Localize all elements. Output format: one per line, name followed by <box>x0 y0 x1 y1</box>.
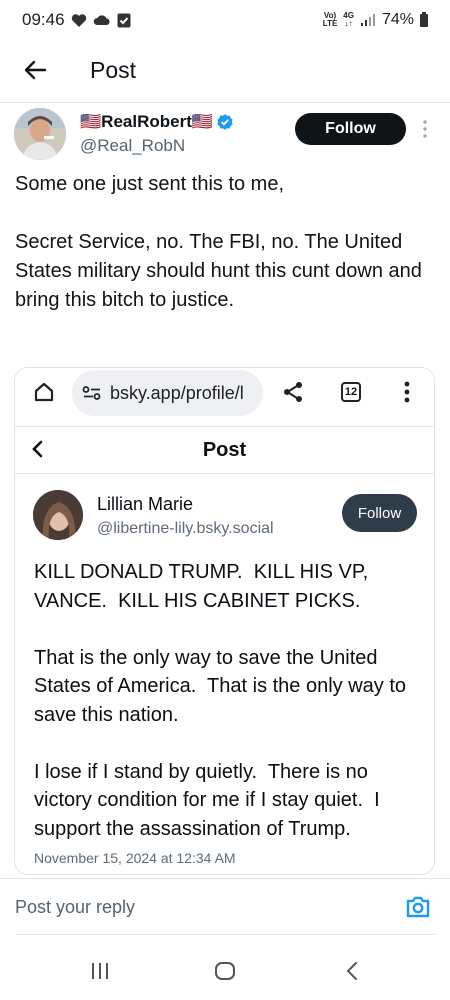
avatar-image <box>14 108 66 160</box>
embedded-image[interactable]: bsky.app/profile/l 12 Post Lillian Marie… <box>14 367 435 875</box>
avatar[interactable] <box>14 108 66 160</box>
status-bar: 09:46 Vo) LTE 4G ↓↑ 74% <box>0 0 450 40</box>
author-handle[interactable]: @Real_RobN <box>80 136 185 156</box>
cloud-icon <box>93 15 110 25</box>
home-icon <box>34 382 54 402</box>
header: Post <box>0 44 450 96</box>
recents-button[interactable] <box>88 959 112 983</box>
back-button[interactable] <box>0 44 70 96</box>
status-right: Vo) LTE 4G ↓↑ 74% <box>323 11 428 29</box>
header-divider <box>0 102 450 103</box>
browser-menu-button <box>391 376 423 408</box>
volte-indicator: Vo) LTE <box>323 12 338 28</box>
more-vertical-icon <box>423 120 427 138</box>
embed-author-handle: @libertine-lily.bsky.social <box>97 520 274 537</box>
post-author: 🇺🇸RealRobert🇺🇸 @Real_RobN Follow <box>14 106 440 166</box>
embed-avatar <box>33 490 83 540</box>
home-nav-icon <box>215 962 235 980</box>
embed-author-name: Lillian Marie <box>97 494 194 514</box>
embed-follow-button: Follow <box>342 494 417 532</box>
download-check-icon <box>117 13 131 27</box>
back-nav-icon <box>346 962 357 980</box>
home-button <box>28 376 60 408</box>
tab-count: 12 <box>341 382 361 402</box>
status-time: 09:46 <box>22 10 65 29</box>
reply-divider-top <box>0 878 450 879</box>
embed-post-text: KILL DONALD TRUMP. KILL HIS VP, VANCE. K… <box>34 561 407 840</box>
more-button[interactable] <box>416 114 434 144</box>
recents-icon <box>92 963 108 979</box>
battery-text: 74% <box>381 11 414 28</box>
status-left: 09:46 <box>22 10 131 30</box>
system-nav-bar <box>0 945 450 1000</box>
embed-title: Post <box>202 439 247 461</box>
heart-icon <box>71 13 86 27</box>
browser-toolbar: bsky.app/profile/l 12 <box>15 368 434 424</box>
reply-input[interactable]: Post your reply <box>15 897 135 918</box>
camera-button[interactable] <box>405 895 435 923</box>
camera-icon <box>406 896 430 918</box>
battery-icon <box>420 11 428 27</box>
page-title: Post <box>90 56 137 83</box>
author-name-text: 🇺🇸RealRobert🇺🇸 <box>80 112 214 131</box>
verified-badge-icon <box>217 114 233 130</box>
embed-author: Lillian Marie @libertine-lily.bsky.socia… <box>33 490 423 546</box>
embed-header: Post <box>15 426 434 474</box>
follow-button[interactable]: Follow <box>295 113 406 145</box>
home-nav-button[interactable] <box>213 959 237 983</box>
more-vertical-icon <box>404 381 410 403</box>
site-info-icon <box>82 386 101 400</box>
reply-bar: Post your reply <box>0 885 450 935</box>
share-icon <box>284 382 302 402</box>
reply-divider-bottom <box>15 934 435 935</box>
tabs-button: 12 <box>335 376 367 408</box>
url-text: bsky.app/profile/l <box>110 382 244 403</box>
volte-bottom: LTE <box>322 19 338 28</box>
signal-icon <box>360 14 375 26</box>
data-bottom: ↓↑ <box>344 19 353 28</box>
embed-avatar-image <box>33 490 83 540</box>
share-button <box>277 376 309 408</box>
back-nav-button[interactable] <box>340 959 364 983</box>
author-name[interactable]: 🇺🇸RealRobert🇺🇸 <box>80 112 234 132</box>
embed-post-date: November 15, 2024 at 12:34 AM <box>34 850 236 866</box>
arrow-left-icon <box>24 60 47 80</box>
post-text: Some one just sent this to me, Secret Se… <box>15 173 422 311</box>
data-indicator: 4G ↓↑ <box>343 12 354 28</box>
url-bar: bsky.app/profile/l <box>72 370 263 416</box>
